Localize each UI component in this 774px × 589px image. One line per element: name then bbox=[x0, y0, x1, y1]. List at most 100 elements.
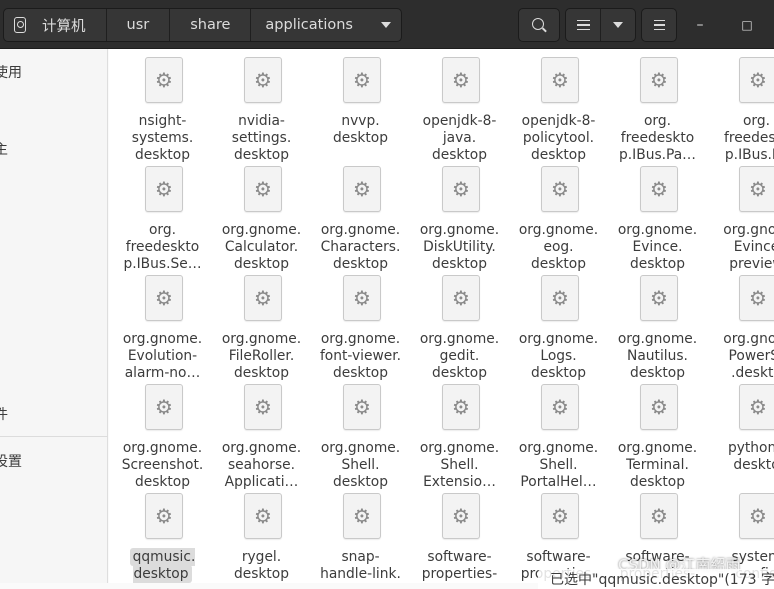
breadcrumb-usr[interactable]: usr bbox=[107, 9, 171, 41]
desktop-file-icon: ⚙ bbox=[244, 384, 282, 430]
file-name: org.gnom PowerSt .deskto bbox=[723, 331, 774, 381]
minimize-icon: – bbox=[696, 17, 704, 33]
desktop-file-icon: ⚙ bbox=[442, 493, 480, 539]
desktop-file-icon: ⚙ bbox=[244, 57, 282, 103]
view-options bbox=[565, 8, 636, 42]
breadcrumb: 计算机 usr share applications bbox=[3, 8, 402, 42]
file-name: org.gnome. Shell. Extensio… bbox=[419, 440, 500, 490]
file-name: org.gnom Evince preview bbox=[723, 222, 774, 272]
desktop-file-icon: ⚙ bbox=[145, 384, 183, 430]
desktop-file-icon: ⚙ bbox=[640, 166, 678, 212]
desktop-file-icon: ⚙ bbox=[244, 275, 282, 321]
desktop-file-icon: ⚙ bbox=[244, 493, 282, 539]
maximize-button[interactable]: □ bbox=[734, 12, 760, 38]
file-name: org.gnome. Shell. desktop bbox=[320, 440, 401, 490]
desktop-file-icon: ⚙ bbox=[343, 166, 381, 212]
file-name: openjdk-8- policytool. desktop bbox=[521, 113, 596, 163]
file-name: qqmusic. desktop bbox=[113, 548, 212, 583]
desktop-file-icon: ⚙ bbox=[145, 275, 183, 321]
file-name: org.gnome. eog. desktop bbox=[518, 222, 599, 272]
file-grid: ⚙ nsight- systems. desktop ⚙ nvidia- settin… bbox=[109, 49, 774, 583]
desktop-file-icon: ⚙ bbox=[541, 166, 579, 212]
file-name: org.gnome. Characters. desktop bbox=[320, 222, 401, 272]
file-name: org.gnome. Evince. desktop bbox=[617, 222, 698, 272]
header-bar: 计算机 usr share applications – □ bbox=[0, 0, 774, 49]
file-name: nsight- systems. desktop bbox=[131, 113, 194, 163]
maximize-icon: □ bbox=[741, 18, 753, 32]
file-name: org.gnome. Calculator. desktop bbox=[221, 222, 302, 272]
file-name: software- properties- drivers.d bbox=[421, 549, 498, 582]
desktop-file-icon: ⚙ bbox=[343, 275, 381, 321]
desktop-file-icon: ⚙ bbox=[442, 166, 480, 212]
file-name: org.gnome. Logs. desktop bbox=[518, 331, 599, 381]
desktop-file-icon: ⚙ bbox=[640, 384, 678, 430]
breadcrumb-share[interactable]: share bbox=[170, 9, 252, 41]
sidebar-item-home[interactable]: 主 bbox=[0, 139, 8, 159]
breadcrumb-computer[interactable]: 计算机 bbox=[4, 9, 107, 41]
desktop-file-icon: ⚙ bbox=[541, 57, 579, 103]
file-name: org. freedeskto p.IBus.Se… bbox=[123, 222, 202, 272]
breadcrumb-label: usr bbox=[126, 17, 150, 33]
file-name: snap- handle-link. desktop bbox=[320, 549, 401, 582]
drive-icon bbox=[14, 17, 26, 33]
search-button[interactable] bbox=[518, 8, 560, 42]
minimize-button[interactable]: – bbox=[687, 12, 713, 38]
file-name: org.gnome. Shell. PortalHel… bbox=[518, 440, 599, 490]
status-bar: 已选中"qqmusic.desktop"(173 字 bbox=[538, 569, 774, 589]
desktop-file-icon: ⚙ bbox=[145, 493, 183, 539]
desktop-file-icon: ⚙ bbox=[739, 384, 774, 430]
file-name: openjdk-8- java. desktop bbox=[422, 113, 497, 163]
file-name: nvvp. desktop bbox=[332, 113, 389, 146]
breadcrumb-label: 计算机 bbox=[42, 18, 86, 35]
desktop-file-icon: ⚙ bbox=[343, 57, 381, 103]
desktop-file-icon: ⚙ bbox=[541, 275, 579, 321]
search-icon bbox=[532, 18, 544, 30]
desktop-file-icon: ⚙ bbox=[739, 57, 774, 103]
desktop-file-icon: ⚙ bbox=[739, 166, 774, 212]
desktop-file-icon: ⚙ bbox=[541, 493, 579, 539]
desktop-file-icon: ⚙ bbox=[442, 57, 480, 103]
desktop-file-icon: ⚙ bbox=[541, 384, 579, 430]
breadcrumb-label: applications bbox=[265, 17, 353, 33]
file-name: org. freedeskt p.IBus.Pa bbox=[723, 113, 774, 163]
desktop-file-icon: ⚙ bbox=[145, 166, 183, 212]
desktop-file-icon: ⚙ bbox=[640, 57, 678, 103]
chevron-down-icon bbox=[613, 22, 623, 28]
menu-button[interactable] bbox=[641, 8, 677, 42]
file-name: org.gnome. Terminal. desktop bbox=[617, 440, 698, 490]
list-view-icon bbox=[576, 19, 590, 31]
desktop-file-icon: ⚙ bbox=[343, 493, 381, 539]
breadcrumb-applications[interactable]: applications bbox=[251, 9, 401, 41]
desktop-file-icon: ⚙ bbox=[640, 493, 678, 539]
sidebar-item-recent[interactable]: 使用 bbox=[0, 62, 22, 82]
file-name: org.gnome. Nautilus. desktop bbox=[617, 331, 698, 381]
sidebar: 使用 主 件 设置 bbox=[0, 49, 108, 583]
file-name: org.gnome. Evolution- alarm-no… bbox=[122, 331, 203, 381]
sidebar-item-trash[interactable]: 件 bbox=[0, 404, 8, 424]
file-name: org.gnome. FileRoller. desktop bbox=[221, 331, 302, 381]
desktop-file-icon: ⚙ bbox=[145, 57, 183, 103]
file-name: rygel. desktop bbox=[233, 549, 290, 582]
file-name: org.gnome. gedit. desktop bbox=[419, 331, 500, 381]
desktop-file-icon: ⚙ bbox=[442, 275, 480, 321]
desktop-file-icon: ⚙ bbox=[739, 493, 774, 539]
hamburger-icon bbox=[653, 19, 665, 31]
sidebar-item-settings[interactable]: 设置 bbox=[0, 451, 22, 471]
list-view-button[interactable] bbox=[566, 9, 600, 41]
chevron-down-icon[interactable] bbox=[380, 22, 391, 28]
desktop-file-icon: ⚙ bbox=[442, 384, 480, 430]
file-name: python3 deskto bbox=[727, 440, 774, 473]
desktop-file-icon: ⚙ bbox=[244, 166, 282, 212]
file-name: org.gnome. font-viewer. desktop bbox=[319, 331, 402, 381]
desktop-file-icon: ⚙ bbox=[640, 275, 678, 321]
file-name: nvidia- settings. desktop bbox=[231, 113, 292, 163]
sidebar-divider bbox=[0, 436, 108, 437]
file-name: org. freedeskto p.IBus.Pa… bbox=[619, 113, 696, 163]
view-options-dropdown[interactable] bbox=[600, 9, 635, 41]
desktop-file-icon: ⚙ bbox=[343, 384, 381, 430]
breadcrumb-label: share bbox=[190, 17, 231, 33]
file-name: org.gnome. seahorse. Applicati… bbox=[221, 440, 302, 490]
file-name: org.gnome. DiskUtility. desktop bbox=[419, 222, 500, 272]
file-name: org.gnome. Screenshot. desktop bbox=[121, 440, 204, 490]
desktop-file-icon: ⚙ bbox=[739, 275, 774, 321]
